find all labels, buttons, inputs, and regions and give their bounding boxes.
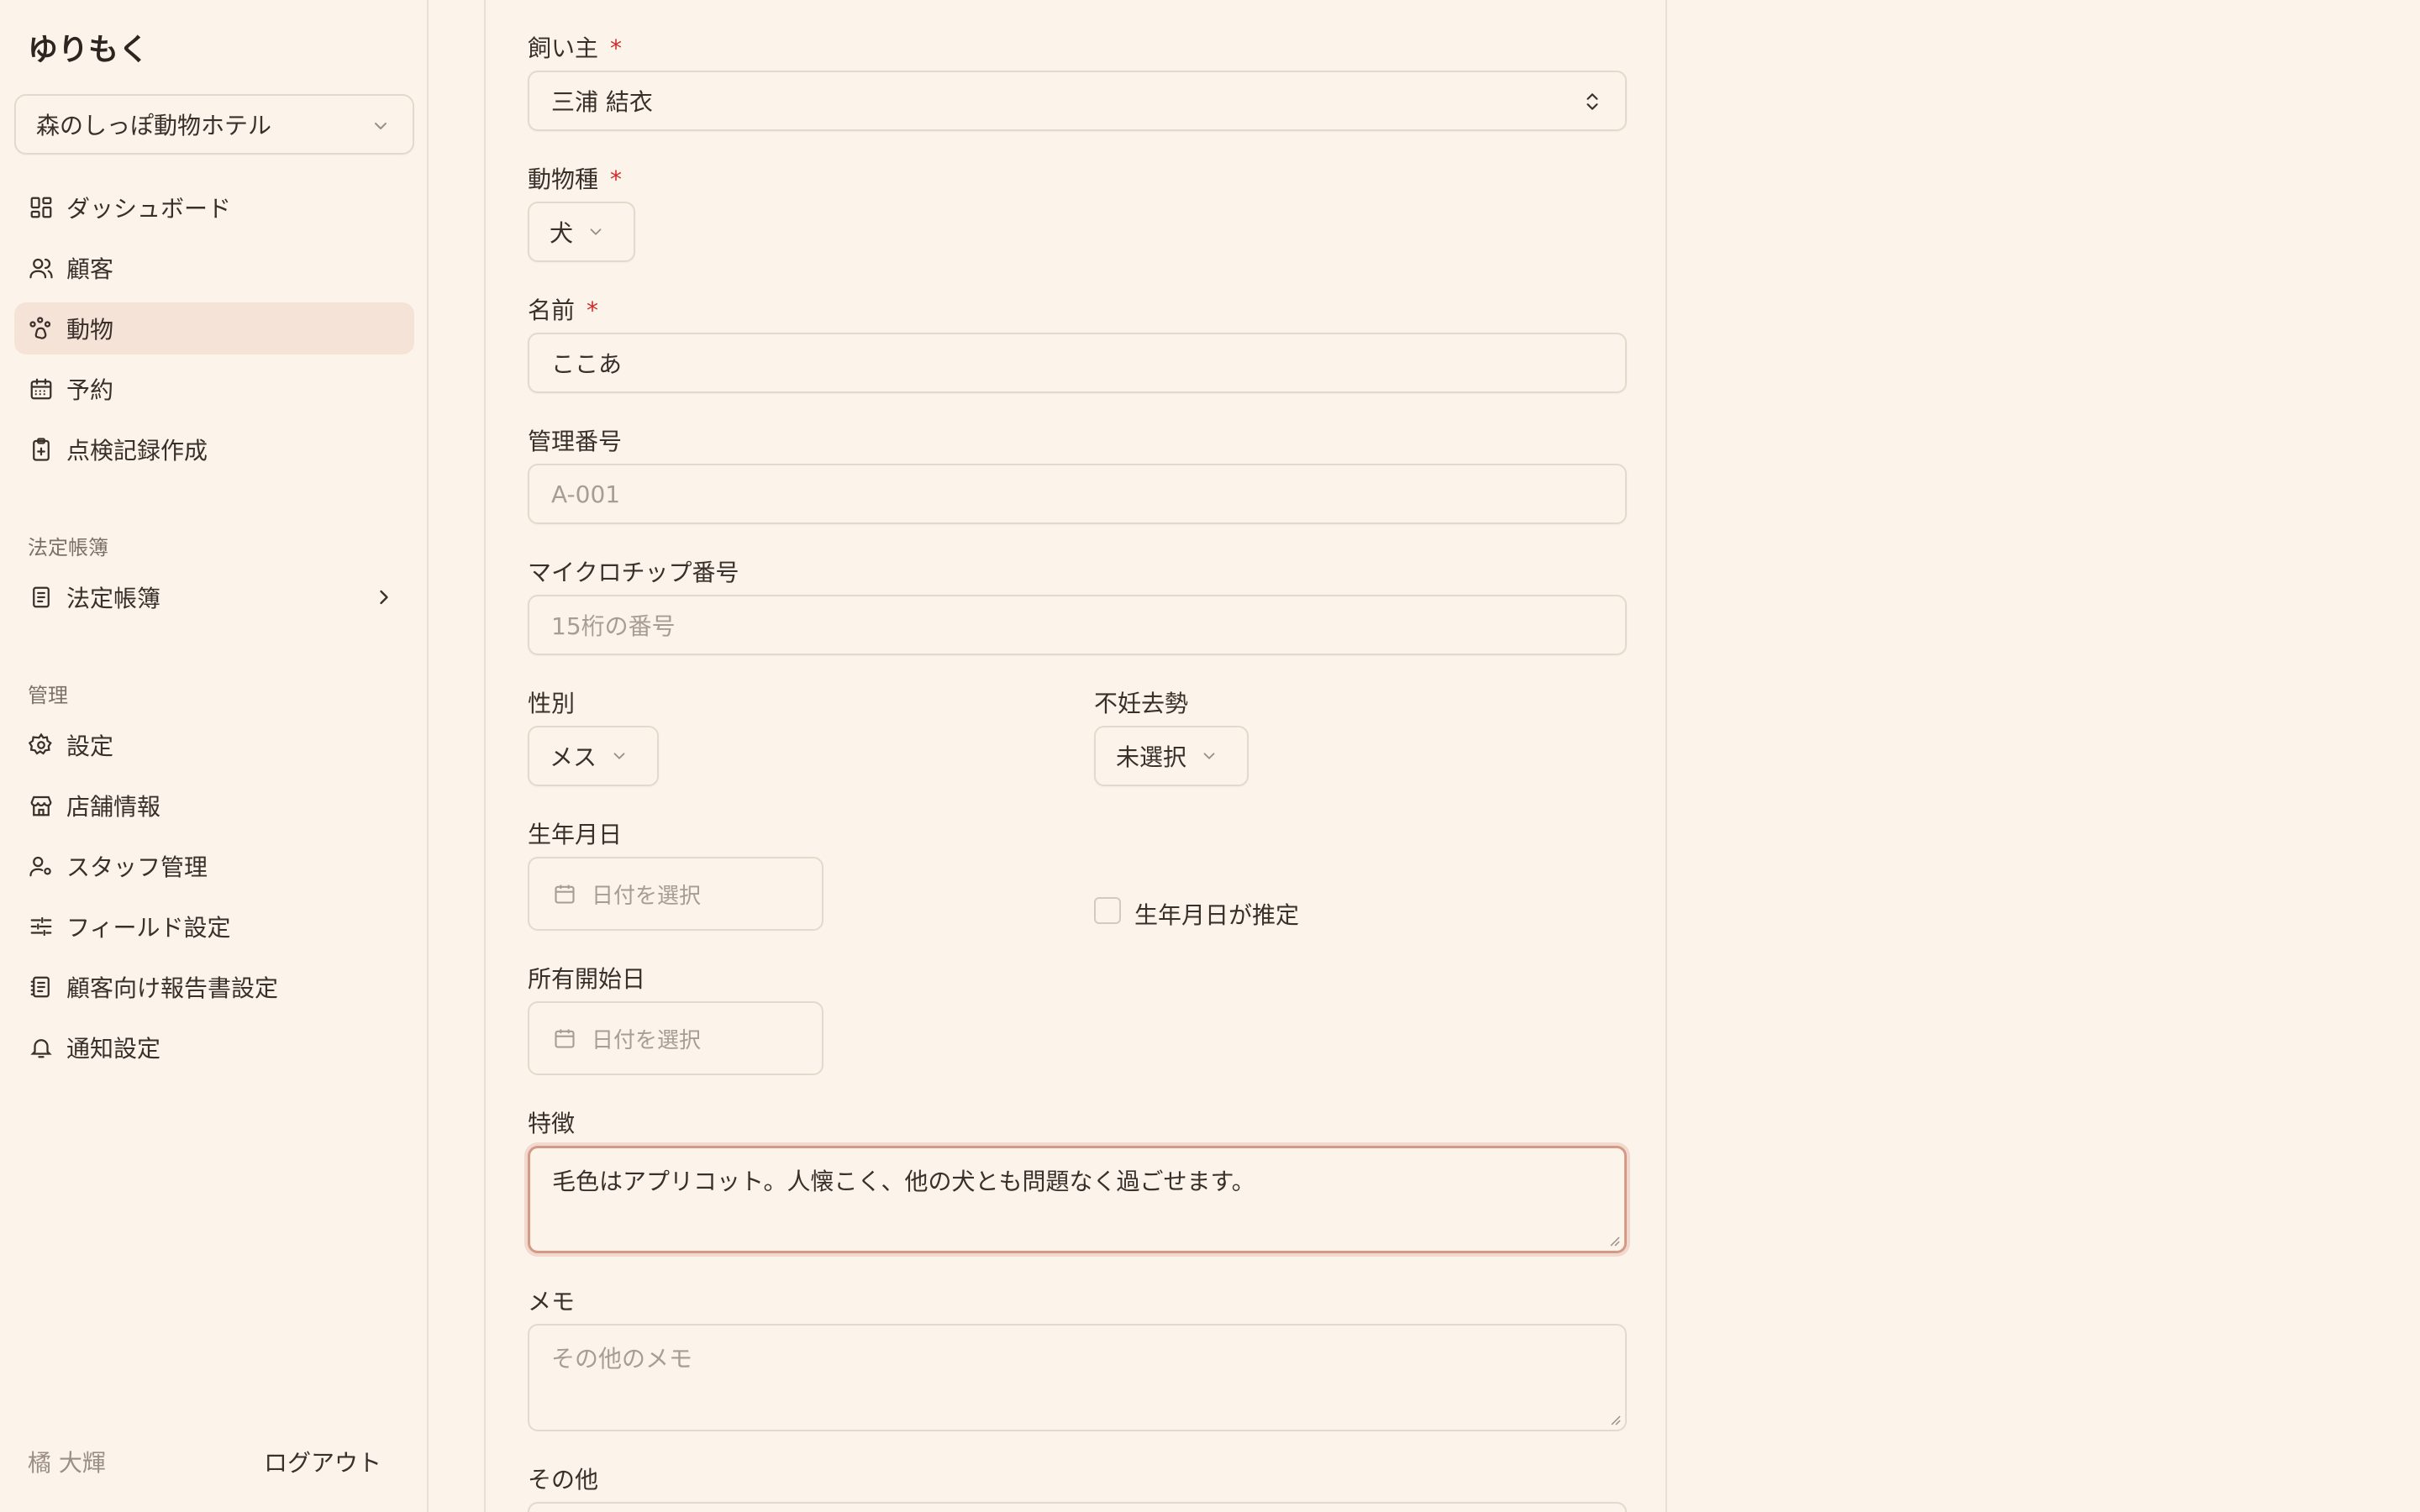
nav-item-store-info[interactable]: 店舗情報: [14, 780, 414, 832]
app-root: ゆりもく 森のしっぽ動物ホテル ダッシュボード 顧客 動物 予約 点検記録作成 …: [0, 0, 2420, 1512]
store-icon: [28, 792, 55, 819]
nav-item-staff[interactable]: スタッフ管理: [14, 840, 414, 892]
required-mark: *: [610, 165, 623, 193]
nav-item-label: 顧客: [66, 255, 114, 283]
sex-label: 性別: [528, 690, 576, 717]
nav-item-label: 予約: [66, 376, 114, 404]
ownership-start-picker[interactable]: 日付を選択: [528, 1001, 823, 1075]
section-label-legal: 法定帳簿: [28, 536, 108, 559]
chevron-down-icon: [371, 114, 391, 142]
chevron-down-icon: [587, 223, 605, 241]
users-icon: [28, 255, 55, 281]
paw-icon: [28, 315, 55, 342]
sidebar: ゆりもく 森のしっぽ動物ホテル ダッシュボード 顧客 動物 予約 点検記録作成 …: [0, 0, 429, 1512]
management-number-placeholder: A-001: [551, 480, 621, 508]
nav-item-settings[interactable]: 設定: [14, 719, 414, 771]
nav-item-label: スタッフ管理: [66, 853, 208, 881]
nav-item-legal-books[interactable]: 法定帳簿: [14, 571, 414, 623]
features-label: 特徴: [528, 1110, 576, 1137]
features-textarea[interactable]: 毛色はアプリコット。人懐こく、他の犬とも問題なく過ごせます。: [528, 1146, 1627, 1253]
animal-form-panel: 飼い主* 三浦 結衣 動物種* 犬 名前* ここあ 管理番号 A-001: [484, 0, 1667, 1512]
microchip-label: マイクロチップ番号: [528, 559, 739, 586]
required-mark: *: [587, 297, 599, 324]
nav-item-dashboard[interactable]: ダッシュボード: [14, 181, 414, 234]
nav-item-label: フィールド設定: [66, 914, 231, 942]
ownership-start-label: 所有開始日: [528, 965, 646, 993]
store-selector[interactable]: 森のしっぽ動物ホテル: [14, 94, 414, 155]
birthdate-placeholder: 日付を選択: [592, 883, 702, 909]
nav-item-label: 通知設定: [66, 1035, 161, 1063]
birthdate-estimated-label: 生年月日が推定: [1134, 901, 1300, 929]
store-selector-value: 森のしっぽ動物ホテル: [36, 112, 272, 139]
nav-item-label: 点検記録作成: [66, 437, 208, 465]
current-user-name: 橘 大輝: [28, 1449, 106, 1477]
bell-icon: [28, 1034, 55, 1061]
nav-item-label: ダッシュボード: [66, 195, 232, 223]
sliders-icon: [28, 913, 55, 940]
required-mark: *: [610, 34, 623, 62]
birthdate-label: 生年月日: [528, 821, 623, 848]
resize-handle-icon[interactable]: [1607, 1234, 1621, 1247]
memo-textarea[interactable]: その他のメモ: [528, 1324, 1627, 1431]
birthdate-estimated-checkbox[interactable]: [1094, 897, 1121, 924]
neuter-select[interactable]: 未選択: [1094, 726, 1249, 786]
owner-select[interactable]: 三浦 結衣: [528, 71, 1627, 131]
nav-item-label: 法定帳簿: [66, 585, 161, 612]
nav-item-notification-settings[interactable]: 通知設定: [14, 1021, 414, 1074]
chevron-down-icon: [1200, 747, 1218, 765]
name-input[interactable]: ここあ: [528, 333, 1627, 393]
report-icon: [28, 974, 55, 1000]
microchip-input[interactable]: 15桁の番号: [528, 595, 1627, 655]
calendar-icon: [555, 1029, 575, 1048]
chevron-down-icon: [610, 747, 629, 765]
brand-logo: ゆりもく: [28, 33, 150, 67]
features-textarea-value: 毛色はアプリコット。人懐こく、他の犬とも問題なく過ごせます。: [552, 1168, 1255, 1195]
owner-select-value: 三浦 結衣: [551, 88, 653, 116]
nav-item-label: 顧客向け報告書設定: [66, 974, 279, 1002]
user-cog-icon: [28, 853, 55, 879]
species-label: 動物種 *: [528, 165, 623, 193]
memo-placeholder: その他のメモ: [551, 1345, 693, 1373]
birthdate-picker[interactable]: 日付を選択: [528, 857, 823, 931]
nav-item-label: 動物: [66, 316, 114, 344]
species-select[interactable]: 犬: [528, 202, 635, 262]
ownership-start-placeholder: 日付を選択: [592, 1027, 702, 1053]
resize-handle-icon[interactable]: [1608, 1413, 1622, 1426]
chevron-right-icon: [372, 585, 396, 615]
logout-button[interactable]: ログアウト: [264, 1445, 381, 1478]
nav-item-reservations[interactable]: 予約: [14, 363, 414, 415]
sex-select[interactable]: メス: [528, 726, 659, 786]
name-label: 名前 *: [528, 297, 599, 324]
nav-item-report-settings[interactable]: 顧客向け報告書設定: [14, 961, 414, 1013]
neuter-label: 不妊去勢: [1094, 690, 1189, 717]
species-select-value: 犬: [550, 219, 574, 247]
management-number-input[interactable]: A-001: [528, 464, 1627, 524]
name-input-value: ここあ: [551, 350, 623, 378]
section-label-admin: 管理: [28, 684, 68, 707]
other-input[interactable]: [528, 1502, 1627, 1512]
nav-item-customers[interactable]: 顧客: [14, 242, 414, 294]
calendar-icon: [555, 885, 575, 904]
microchip-placeholder: 15桁の番号: [551, 612, 676, 640]
nav-item-label: 店舗情報: [66, 793, 161, 821]
owner-label: 飼い主 *: [528, 34, 623, 62]
memo-label: メモ: [528, 1288, 576, 1315]
nav-item-animals[interactable]: 動物: [14, 302, 414, 354]
dashboard-icon: [28, 194, 55, 221]
sex-select-value: メス: [550, 743, 597, 771]
chevrons-up-down-icon: [1581, 91, 1603, 118]
neuter-select-value: 未選択: [1116, 743, 1187, 771]
nav-item-label: 設定: [66, 732, 114, 760]
clipboard-plus-icon: [28, 436, 55, 463]
management-number-label: 管理番号: [528, 428, 623, 455]
nav-item-field-settings[interactable]: フィールド設定: [14, 900, 414, 953]
calendar-icon: [28, 375, 55, 402]
nav-item-inspection[interactable]: 点検記録作成: [14, 423, 414, 475]
gear-icon: [28, 732, 55, 759]
other-label: その他: [528, 1466, 599, 1494]
book-icon: [28, 584, 55, 611]
